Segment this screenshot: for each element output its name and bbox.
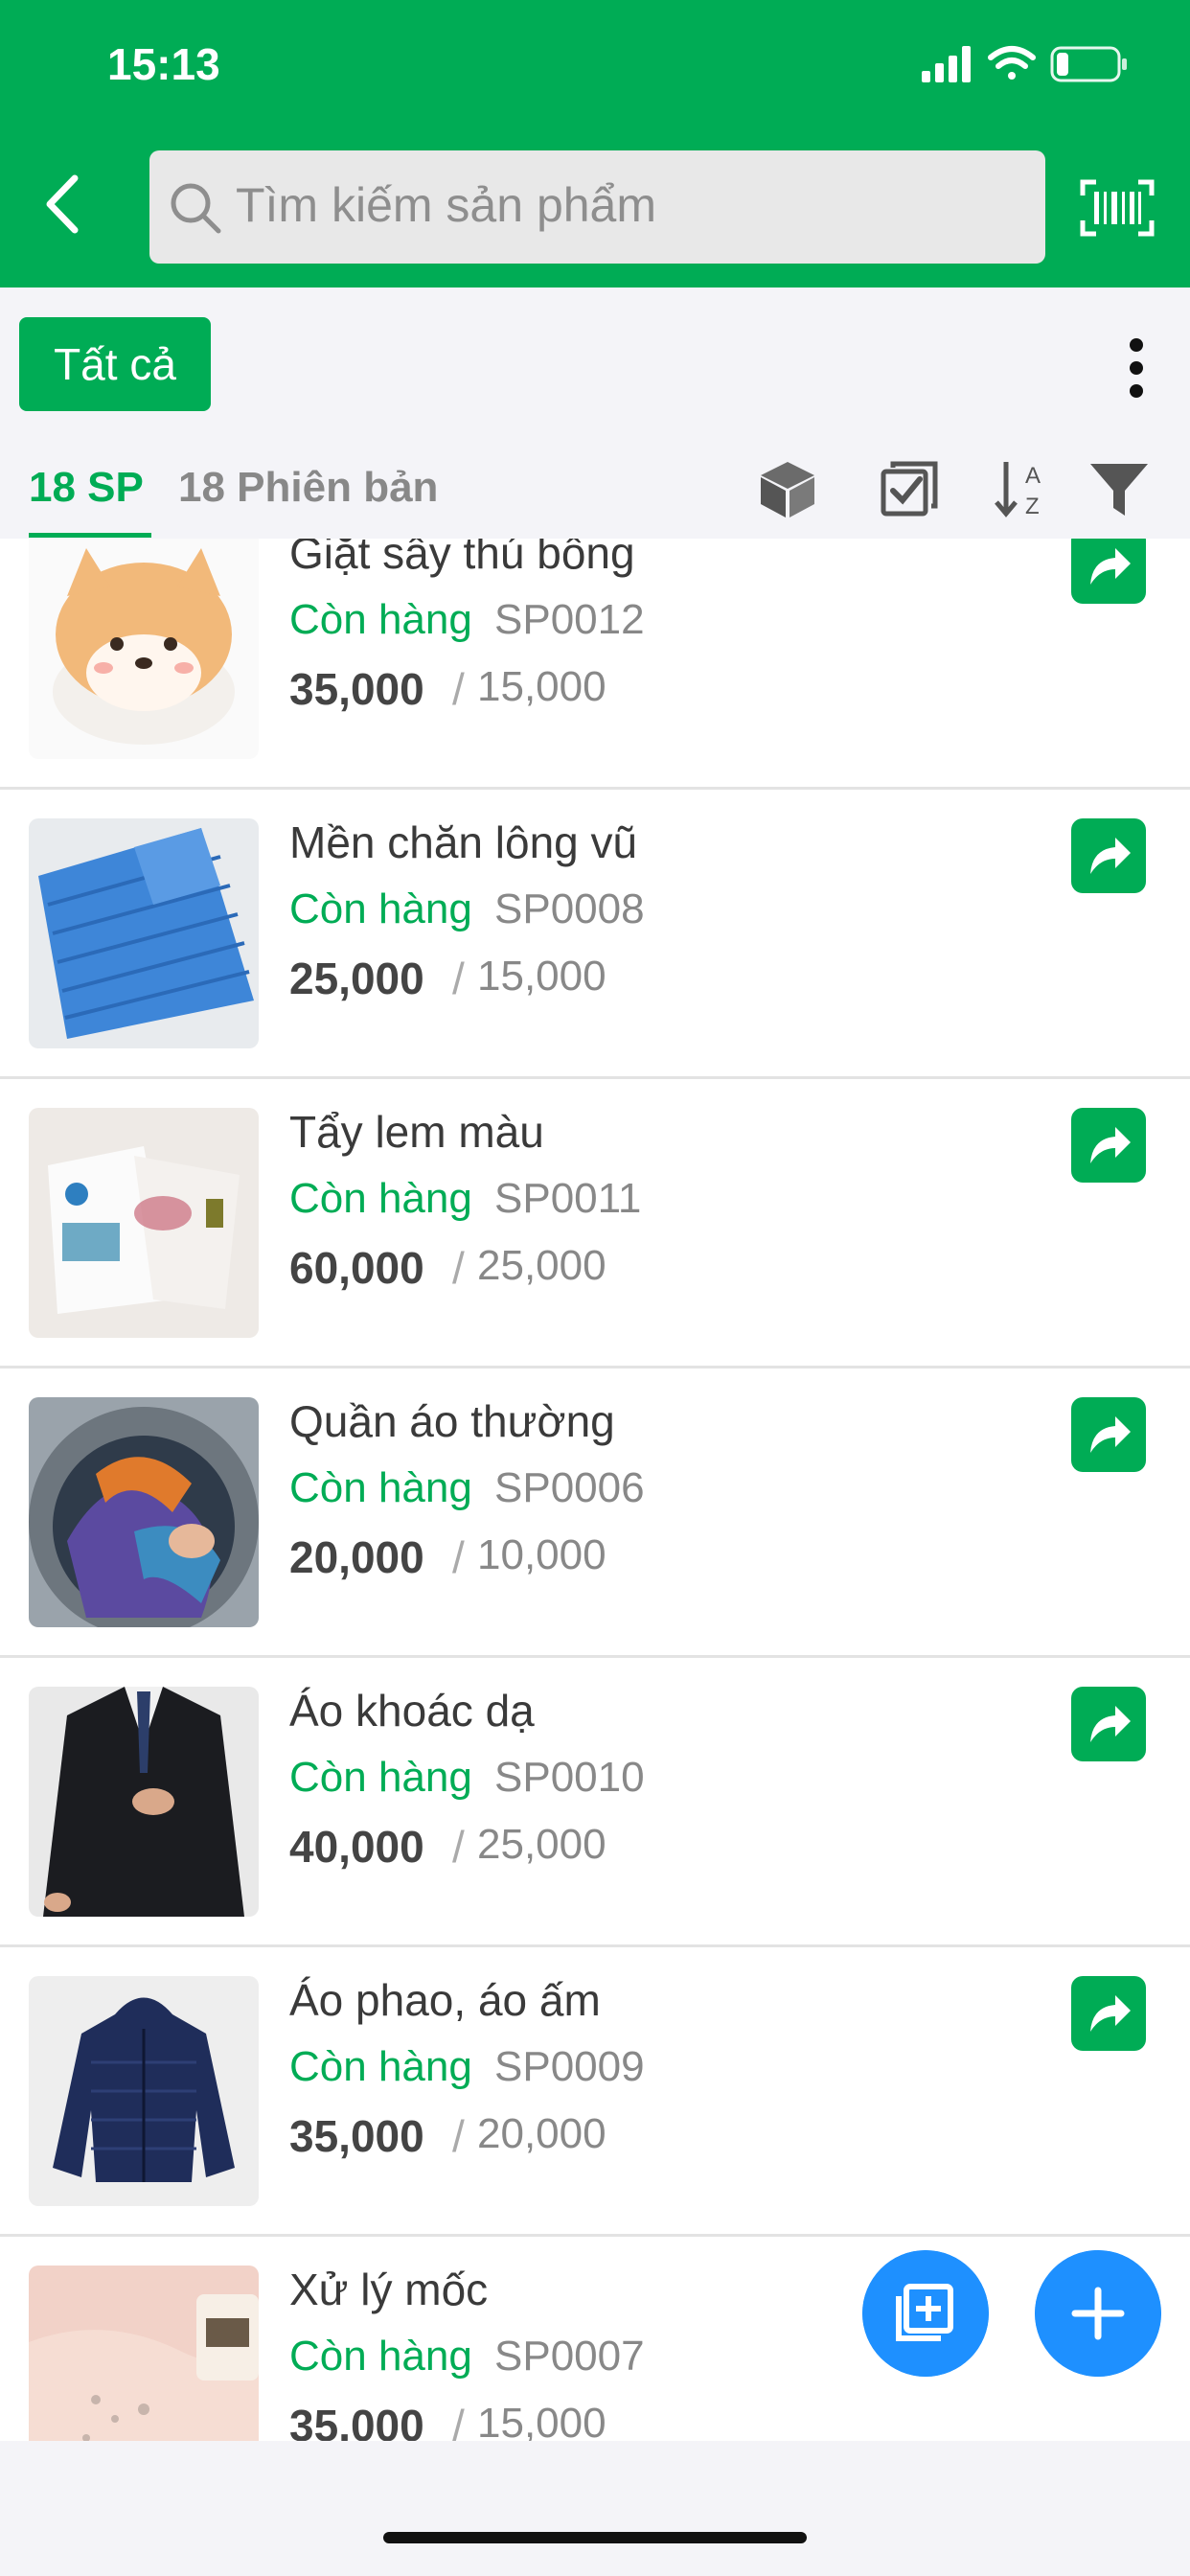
price-separator: / bbox=[452, 954, 465, 1003]
price-separator: / bbox=[452, 1532, 465, 1582]
stock-status: Còn hàng bbox=[289, 886, 472, 932]
product-name: Xử lý mốc bbox=[289, 2265, 489, 2314]
product-code: SP0008 bbox=[494, 886, 645, 932]
share-icon[interactable] bbox=[1071, 539, 1146, 604]
sale-price: 40,000 bbox=[289, 1822, 424, 1872]
product-code: SP0011 bbox=[494, 1175, 642, 1222]
checklist-icon[interactable] bbox=[880, 458, 941, 519]
top-bar: 15:13 Tìm kiếm sản phẩm bbox=[0, 0, 1190, 288]
stock-status: Còn hàng bbox=[289, 1754, 472, 1801]
signal-icon bbox=[922, 46, 971, 82]
list-item[interactable]: Tẩy lem màu Còn hàng SP0011 60,000 / 25,… bbox=[0, 1079, 1190, 1368]
product-code: SP0006 bbox=[494, 1464, 645, 1511]
share-icon[interactable] bbox=[1071, 1108, 1146, 1183]
product-image bbox=[29, 1687, 259, 1917]
cost-price: 15,000 bbox=[477, 663, 606, 710]
share-icon[interactable] bbox=[1071, 1687, 1146, 1761]
price-separator: / bbox=[452, 2111, 465, 2161]
filter-all-chip[interactable]: Tất cả bbox=[19, 317, 211, 411]
product-list[interactable]: Giặt sây thú bông Còn hàng SP0012 35,000… bbox=[0, 539, 1190, 2441]
product-code: SP0012 bbox=[494, 596, 645, 643]
sale-price: 25,000 bbox=[289, 954, 424, 1003]
stock-status: Còn hàng bbox=[289, 1175, 472, 1222]
status-time: 15:13 bbox=[107, 39, 220, 89]
stock-status: Còn hàng bbox=[289, 1464, 472, 1511]
add-product-button[interactable] bbox=[1035, 2250, 1161, 2377]
list-item[interactable]: Giặt sây thú bông Còn hàng SP0012 35,000… bbox=[0, 539, 1190, 790]
tab-products[interactable]: 18 SP bbox=[29, 464, 144, 512]
status-icons bbox=[922, 46, 1127, 82]
search-input[interactable]: Tìm kiếm sản phẩm bbox=[149, 150, 1045, 264]
barcode-icon[interactable] bbox=[1079, 178, 1156, 238]
product-code: SP0010 bbox=[494, 1754, 645, 1801]
sale-price: 35,000 bbox=[289, 2111, 424, 2161]
product-name: Tẩy lem màu bbox=[289, 1107, 544, 1157]
product-name: Áo khoác dạ bbox=[289, 1686, 535, 1736]
list-item[interactable]: Quần áo thường Còn hàng SP0006 20,000 / … bbox=[0, 1368, 1190, 1658]
product-image bbox=[29, 1397, 259, 1627]
price-separator: / bbox=[452, 664, 465, 714]
cost-price: 15,000 bbox=[477, 953, 606, 1000]
product-image bbox=[29, 818, 259, 1048]
price-separator: / bbox=[452, 2401, 465, 2441]
sale-price: 35,000 bbox=[289, 2401, 424, 2441]
cost-price: 25,000 bbox=[477, 1242, 606, 1289]
sale-price: 35,000 bbox=[289, 664, 424, 714]
home-indicator[interactable] bbox=[383, 2532, 807, 2543]
list-item[interactable]: Mền chăn lông vũ Còn hàng SP0008 25,000 … bbox=[0, 790, 1190, 1079]
price-separator: / bbox=[452, 1822, 465, 1872]
product-code: SP0009 bbox=[494, 2043, 645, 2090]
stock-status: Còn hàng bbox=[289, 2333, 472, 2380]
stock-status: Còn hàng bbox=[289, 2043, 472, 2090]
product-image bbox=[29, 1976, 259, 2206]
box-icon[interactable] bbox=[757, 458, 818, 519]
search-icon bbox=[171, 183, 221, 234]
stock-status: Còn hàng bbox=[289, 596, 472, 643]
battery-icon bbox=[1050, 46, 1127, 82]
cost-price: 20,000 bbox=[477, 2110, 606, 2157]
svg-text:Z: Z bbox=[1025, 494, 1040, 519]
cost-price: 15,000 bbox=[477, 2400, 606, 2441]
product-name: Giặt sây thú bông bbox=[289, 539, 635, 578]
price-separator: / bbox=[452, 1243, 465, 1293]
share-icon[interactable] bbox=[1071, 1976, 1146, 2051]
product-name: Áo phao, áo ấm bbox=[289, 1975, 601, 2025]
share-icon[interactable] bbox=[1071, 1397, 1146, 1472]
bulk-add-button[interactable] bbox=[862, 2250, 989, 2377]
back-icon[interactable] bbox=[34, 171, 92, 238]
product-code: SP0007 bbox=[494, 2333, 645, 2380]
product-image bbox=[29, 1108, 259, 1338]
sort-az-icon[interactable]: A Z bbox=[993, 458, 1054, 519]
cost-price: 10,000 bbox=[477, 1531, 606, 1578]
search-placeholder: Tìm kiếm sản phẩm bbox=[236, 178, 657, 232]
filter-icon[interactable] bbox=[1088, 458, 1150, 519]
svg-text:A: A bbox=[1025, 463, 1041, 489]
more-vertical-icon[interactable] bbox=[1119, 337, 1154, 399]
list-item[interactable]: Áo khoác dạ Còn hàng SP0010 40,000 / 25,… bbox=[0, 1658, 1190, 1947]
share-icon[interactable] bbox=[1071, 818, 1146, 893]
list-item[interactable]: Áo phao, áo ấm Còn hàng SP0009 35,000 / … bbox=[0, 1947, 1190, 2237]
cost-price: 25,000 bbox=[477, 1821, 606, 1868]
sale-price: 20,000 bbox=[289, 1532, 424, 1582]
active-tab-indicator bbox=[29, 533, 151, 538]
list-item[interactable]: Xử lý mốc Còn hàng SP0007 35,000 / 15,00… bbox=[0, 2237, 1190, 2441]
bottom-safe-area bbox=[0, 2478, 1190, 2576]
product-name: Quần áo thường bbox=[289, 1396, 615, 1446]
product-name: Mền chăn lông vũ bbox=[289, 817, 638, 867]
product-image bbox=[29, 2266, 259, 2441]
sale-price: 60,000 bbox=[289, 1243, 424, 1293]
wifi-icon bbox=[988, 46, 1036, 80]
tab-variants[interactable]: 18 Phiên bản bbox=[178, 464, 438, 512]
product-image bbox=[29, 539, 259, 759]
